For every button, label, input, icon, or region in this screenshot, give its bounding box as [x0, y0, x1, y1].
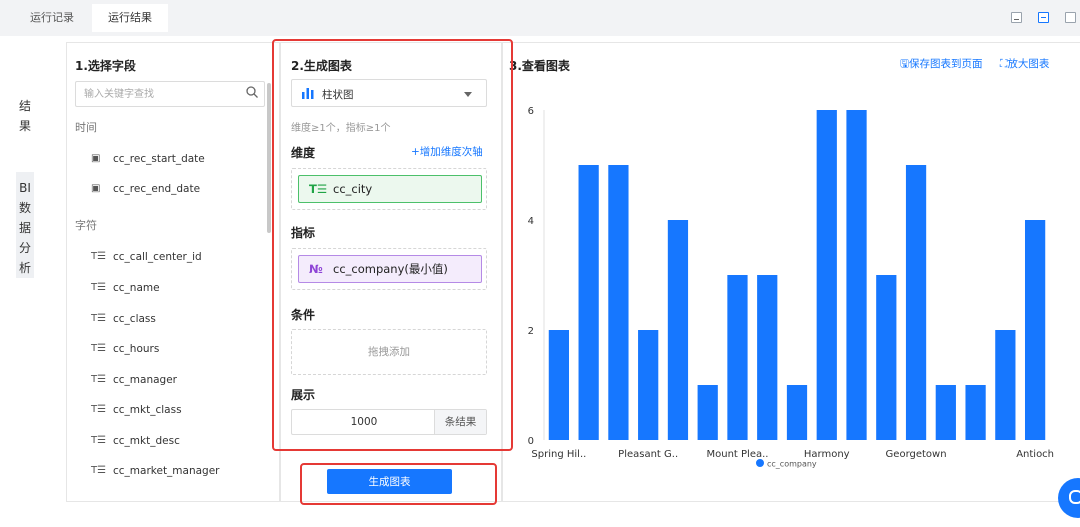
field-item-label: cc_market_manager: [113, 465, 220, 477]
bar: [757, 275, 778, 440]
group-label-string: 字符: [75, 219, 97, 232]
side-tab-result[interactable]: 结果: [16, 96, 34, 136]
minimize-icon[interactable]: [1011, 12, 1022, 23]
field-item-label: cc_mkt_desc: [113, 435, 180, 447]
field-item[interactable]: T☰ cc_mkt_class: [91, 401, 182, 419]
text-field-icon: T☰: [91, 435, 107, 446]
text-field-icon: T☰: [91, 313, 107, 324]
text-field-icon: T☰: [91, 282, 107, 293]
text-field-icon: T☰: [91, 343, 107, 354]
field-item[interactable]: T☰ cc_hours: [91, 340, 159, 358]
field-item[interactable]: ▣ cc_rec_end_date: [91, 180, 200, 198]
bar: [846, 110, 867, 440]
zoom-chart-link[interactable]: ⛶放大图表: [1000, 56, 1049, 71]
side-tab-bi[interactable]: BI数据分析: [16, 172, 34, 278]
y-tick-label: 6: [528, 106, 534, 117]
field-item-label: cc_rec_end_date: [113, 183, 201, 195]
y-tick-label: 2: [528, 326, 534, 337]
bar: [548, 330, 570, 440]
field-list-scrollbar[interactable]: [267, 83, 271, 233]
field-item[interactable]: T☰ cc_class: [91, 310, 156, 328]
field-item[interactable]: T☰ cc_name: [91, 279, 160, 297]
bar: [697, 385, 718, 440]
bar: [786, 385, 808, 440]
field-item[interactable]: T☰ cc_manager: [91, 371, 177, 389]
x-tick-label: Spring Hil..: [531, 449, 586, 460]
field-item-label: cc_mkt_class: [113, 404, 182, 416]
bar: [816, 110, 837, 440]
bar: [905, 165, 927, 440]
bar: [667, 220, 689, 440]
field-item-label: cc_class: [113, 313, 156, 325]
view-panel-title: 3.查看图表: [509, 59, 570, 73]
maximize-icon[interactable]: [1065, 12, 1076, 23]
field-panel: 1.选择字段 时间 ▣ cc_rec_start_date ▣ cc_rec_end…: [66, 42, 280, 502]
x-tick-label: Pleasant G..: [618, 449, 678, 460]
bar: [995, 330, 1016, 440]
text-field-icon: T☰: [91, 404, 107, 415]
tab-run-history[interactable]: 运行记录: [14, 4, 90, 32]
highlight-config-box: [272, 39, 513, 451]
restore-icon[interactable]: [1038, 12, 1049, 23]
save-chart-link[interactable]: 🖫保存图表到页面: [900, 56, 982, 74]
highlight-generate-box: [300, 463, 497, 505]
group-label-time: 时间: [75, 121, 97, 134]
x-tick-label: Antioch: [1016, 449, 1054, 460]
search-icon[interactable]: [246, 86, 258, 98]
calendar-icon: ▣: [91, 183, 101, 194]
save-chart-label: 保存图表到页面: [908, 58, 983, 70]
field-item[interactable]: ▣ cc_rec_start_date: [91, 150, 205, 168]
x-tick-label: Georgetown: [886, 449, 947, 460]
tab-run-result[interactable]: 运行结果: [92, 4, 168, 32]
x-tick-label: Harmony: [804, 449, 850, 460]
bar-chart: 0 2 4 6 Spring Hil.. Pleasant G.. Mount Plea..…: [528, 106, 1054, 469]
bar: [578, 165, 599, 440]
bar: [1024, 220, 1046, 440]
save-icon: 🖫: [900, 58, 909, 70]
field-item[interactable]: T☰ cc_market_manager: [91, 462, 220, 480]
legend-marker: [756, 459, 764, 467]
zoom-chart-label: 放大图表: [1007, 58, 1050, 70]
field-item-label: cc_hours: [113, 343, 160, 355]
bar: [608, 165, 629, 440]
field-search-input[interactable]: [75, 81, 265, 107]
field-item[interactable]: T☰ cc_call_center_id: [91, 248, 202, 266]
field-item-label: cc_call_center_id: [113, 251, 202, 263]
legend-label: cc_company: [767, 460, 817, 469]
text-field-icon: T☰: [91, 374, 107, 385]
field-item-label: cc_rec_start_date: [113, 153, 205, 165]
field-item-label: cc_manager: [113, 374, 177, 386]
y-tick-label: 0: [528, 436, 534, 447]
text-field-icon: T☰: [91, 465, 107, 476]
field-panel-title: 1.选择字段: [75, 59, 136, 73]
top-tab-bar: 运行记录 运行结果: [0, 0, 1080, 36]
bar: [876, 275, 897, 440]
calendar-icon: ▣: [91, 153, 101, 164]
bar: [935, 385, 956, 440]
bar: [638, 330, 659, 440]
bar: [965, 385, 986, 440]
x-tick-label: Mount Plea..: [706, 449, 768, 460]
field-item[interactable]: T☰ cc_mkt_desc: [91, 432, 180, 450]
text-field-icon: T☰: [91, 251, 107, 262]
y-tick-label: 4: [528, 216, 534, 227]
field-item-label: cc_name: [113, 282, 160, 294]
bar: [727, 275, 748, 440]
